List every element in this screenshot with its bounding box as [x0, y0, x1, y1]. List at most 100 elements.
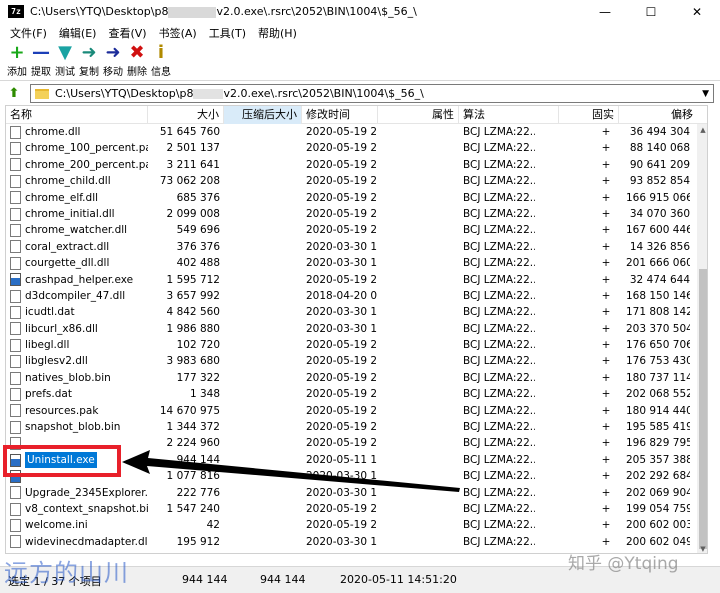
- table-row[interactable]: v8_context_snapshot.bin 1 547 240 2020-05-…: [6, 501, 707, 517]
- file-modified: 2020-05-19 2...: [306, 273, 378, 286]
- file-size: 1 547 240: [166, 502, 220, 515]
- toolbar-button-2[interactable]: ▼ 测试: [53, 41, 77, 80]
- column-attributes[interactable]: 属性: [378, 106, 459, 124]
- file-name: widevinecdmadapter.dll: [25, 535, 148, 548]
- file-modified: 2020-05-19 2...: [306, 126, 378, 138]
- table-row[interactable]: chrome_100_percent.pak 2 501 137 2020-05-1…: [6, 140, 707, 156]
- table-row[interactable]: chrome_elf.dll 685 376 2020-05-19 2... BCJ …: [6, 190, 707, 206]
- column-method[interactable]: 算法: [459, 106, 559, 124]
- title-bar: 7z C:\Users\YTQ\Desktop\p8 v2.0.exe\.rsrc…: [0, 0, 720, 24]
- file-modified: 2020-03-30 1...: [306, 322, 378, 335]
- table-row[interactable]: chrome_initial.dll 2 099 008 2020-05-19 2.…: [6, 206, 707, 222]
- file-icon: [10, 486, 21, 500]
- file-solid: +: [601, 371, 611, 384]
- highlight-box: [3, 445, 121, 477]
- scroll-up-icon[interactable]: ▲: [697, 124, 707, 136]
- up-folder-icon[interactable]: ⬆: [4, 86, 24, 101]
- file-modified: 2020-05-19 2...: [306, 388, 378, 401]
- file-method: BCJ LZMA:22...: [463, 257, 535, 270]
- column-size[interactable]: 大小: [148, 106, 224, 124]
- menu-view[interactable]: 查看(V): [102, 25, 152, 41]
- exe-file-icon: [10, 273, 21, 287]
- file-attributes: [378, 452, 458, 468]
- toolbar-label: 复制: [79, 67, 99, 78]
- column-name[interactable]: 名称: [6, 106, 148, 124]
- table-row[interactable]: libegl.dll 102 720 2020-05-19 2... BCJ LZMA…: [6, 337, 707, 353]
- toolbar-button-0[interactable]: + 添加: [5, 41, 29, 80]
- menu-tools[interactable]: 工具(T): [203, 25, 252, 41]
- redacted-region: [193, 89, 224, 99]
- menu-bookmarks[interactable]: 书签(A): [153, 25, 203, 41]
- table-row[interactable]: chrome_200_percent.pak 3 211 641 2020-05-1…: [6, 157, 707, 173]
- toolbar-button-6[interactable]: i 信息: [149, 41, 173, 80]
- table-row[interactable]: crashpad_helper.exe 1 595 712 2020-05-19 2…: [6, 272, 707, 288]
- file-solid: +: [601, 502, 611, 515]
- file-icon: [10, 355, 21, 369]
- table-row[interactable]: resources.pak 14 670 975 2020-05-19 2... BC…: [6, 403, 707, 419]
- column-offset[interactable]: 偏移: [619, 106, 697, 124]
- file-name-cell: coral_extract.dll: [10, 239, 148, 255]
- file-name: resources.pak: [25, 404, 99, 417]
- file-attributes: [378, 288, 458, 304]
- file-name-cell: d3dcompiler_47.dll: [10, 288, 148, 304]
- vertical-scrollbar[interactable]: ▲ ▼: [697, 124, 707, 553]
- scroll-down-icon[interactable]: ▼: [697, 543, 707, 553]
- file-packed-size: [224, 255, 300, 271]
- minimize-button[interactable]: —: [582, 0, 628, 24]
- table-row[interactable]: d3dcompiler_47.dll 3 657 992 2018-04-20 0.…: [6, 288, 707, 304]
- table-row[interactable]: widevinecdmadapter.dll 195 912 2020-03-30 …: [6, 534, 707, 550]
- toolbar-button-1[interactable]: — 提取: [29, 41, 53, 80]
- file-name: chrome_initial.dll: [25, 207, 115, 220]
- file-size: 2 501 137: [166, 142, 220, 155]
- file-attributes: [378, 272, 458, 288]
- toolbar-button-3[interactable]: ➜ 复制: [77, 41, 101, 80]
- file-attributes: [378, 468, 458, 484]
- scroll-thumb[interactable]: [699, 269, 707, 549]
- file-packed-size: [224, 435, 300, 451]
- table-row[interactable]: libcurl_x86.dll 1 986 880 2020-03-30 1... B…: [6, 321, 707, 337]
- file-modified: 2020-05-19 2...: [306, 191, 378, 204]
- file-size: 549 696: [176, 224, 220, 237]
- table-row[interactable]: chrome.dll 51 645 760 2020-05-19 2... BCJ L…: [6, 124, 707, 140]
- file-size: 685 376: [176, 191, 220, 204]
- table-row[interactable]: chrome_child.dll 73 062 208 2020-05-19 2..…: [6, 173, 707, 189]
- toolbar-button-4[interactable]: ➜ 移动: [101, 41, 125, 80]
- table-row[interactable]: courgette_dll.dll 402 488 2020-03-30 1... B…: [6, 255, 707, 271]
- table-row[interactable]: coral_extract.dll 376 376 2020-03-30 1... B…: [6, 239, 707, 255]
- menu-help[interactable]: 帮助(H): [252, 25, 303, 41]
- maximize-button[interactable]: ☐: [628, 0, 674, 24]
- table-row[interactable]: prefs.dat 1 348 2020-05-19 2... BCJ LZMA:22…: [6, 386, 707, 402]
- table-row[interactable]: snapshot_blob.bin 1 344 372 2020-05-19 2..…: [6, 419, 707, 435]
- close-button[interactable]: ✕: [674, 0, 720, 24]
- file-size: 4 842 560: [166, 306, 220, 319]
- file-attributes: [378, 173, 458, 189]
- table-row[interactable]: natives_blob.bin 177 322 2020-05-19 2... BC…: [6, 370, 707, 386]
- file-modified: 2020-05-19 2...: [306, 371, 378, 384]
- table-row[interactable]: Upgrade_2345Explorer.... 222 776 2020-03-3…: [6, 485, 707, 501]
- file-solid: +: [601, 322, 611, 335]
- file-offset: 166 915 066: [626, 191, 690, 204]
- address-input[interactable]: C:\Users\YTQ\Desktop\p8 v2.0.exe\.rsrc\20…: [30, 84, 714, 103]
- chevron-down-icon[interactable]: ▼: [702, 89, 709, 99]
- column-solid[interactable]: 固实: [559, 106, 619, 124]
- table-row[interactable]: libglesv2.dll 3 983 680 2020-05-19 2... BCJ…: [6, 353, 707, 369]
- column-packed-size[interactable]: 压缩后大小: [224, 106, 302, 124]
- file-name-cell: natives_blob.bin: [10, 370, 148, 386]
- file-size: 177 322: [176, 371, 220, 384]
- table-row[interactable]: welcome.ini 42 2020-05-19 2... BCJ LZMA:22.…: [6, 517, 707, 533]
- file-name: coral_extract.dll: [25, 240, 110, 253]
- file-solid: +: [601, 273, 611, 286]
- file-solid: +: [601, 224, 611, 237]
- file-size: 3 657 992: [166, 289, 220, 302]
- menu-edit[interactable]: 编辑(E): [53, 25, 103, 41]
- file-packed-size: [224, 419, 300, 435]
- file-list: 名称 大小 压缩后大小 修改时间 属性 算法 固实 偏移 chrome.dll 5…: [5, 105, 708, 554]
- file-modified: 2020-05-19 2...: [306, 519, 378, 532]
- file-modified: 2020-05-19 2...: [306, 339, 378, 352]
- table-row[interactable]: icudtl.dat 4 842 560 2020-03-30 1... BCJ LZ…: [6, 304, 707, 320]
- toolbar-button-5[interactable]: ✖ 删除: [125, 41, 149, 80]
- file-size: 2 224 960: [166, 437, 220, 450]
- column-modified[interactable]: 修改时间: [302, 106, 378, 124]
- table-row[interactable]: chrome_watcher.dll 549 696 2020-05-19 2...…: [6, 222, 707, 238]
- menu-file[interactable]: 文件(F): [4, 25, 53, 41]
